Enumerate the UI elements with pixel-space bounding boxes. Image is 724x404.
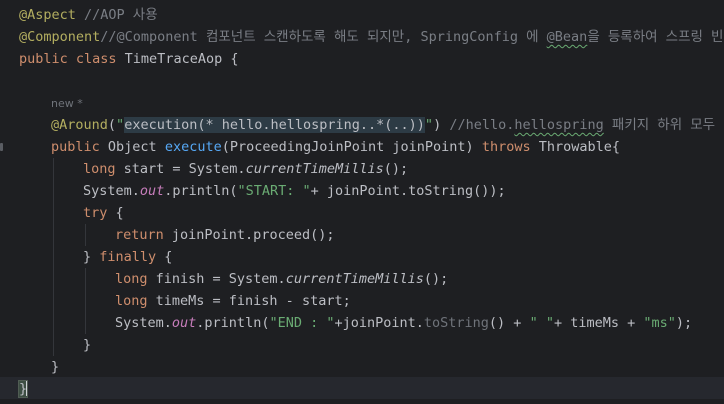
comment-token-underlined: hellospring	[514, 117, 604, 133]
string-token: " "	[529, 315, 554, 331]
code-line-8[interactable]: long start = System.currentTimeMillis();	[83, 158, 408, 180]
keyword-token: return	[115, 227, 164, 243]
code-token: + timeMs +	[553, 315, 644, 331]
indent-guide	[85, 224, 86, 246]
keyword-token: public	[51, 139, 100, 155]
comment-token: //hello.	[441, 117, 515, 133]
code-line-18[interactable]: }	[17, 378, 29, 400]
comment-token: 패키지 하위 모두 적	[603, 117, 724, 133]
code-line-9[interactable]: System.out.println("START: "+ joinPoint.…	[83, 180, 506, 202]
indent-guide	[53, 158, 54, 356]
gutter-marker	[0, 143, 3, 151]
code-token: );	[675, 315, 693, 331]
string-token: "ms"	[643, 315, 676, 331]
author-hint[interactable]: new *	[51, 97, 83, 110]
code-token: System.	[83, 183, 140, 199]
code-token: System.	[115, 315, 172, 331]
string-token: "END : "	[269, 315, 335, 331]
text-caret	[26, 380, 29, 396]
code-token: ();	[423, 271, 449, 287]
keyword-token: try	[83, 205, 108, 221]
code-line-1[interactable]: @Aspect //AOP 사용	[19, 4, 158, 26]
code-token: + joinPoint.toString());	[310, 183, 506, 199]
keyword-token: throws	[481, 139, 531, 155]
method-name-token: execute	[164, 139, 222, 155]
inlay-hint-line[interactable]: new *	[51, 92, 83, 114]
annotation-token: @Aspect	[19, 7, 76, 23]
code-token: .println(	[196, 315, 270, 331]
string-token: "START: "	[237, 183, 311, 199]
code-token: }	[83, 337, 92, 353]
keyword-token: long	[115, 271, 148, 287]
annotation-token: @Around	[51, 117, 108, 133]
code-line-15[interactable]: System.out.println("END : "+joinPoint.to…	[115, 312, 692, 334]
code-token: {	[156, 249, 173, 265]
static-field-token: out	[171, 315, 197, 331]
code-line-11[interactable]: return joinPoint.proceed();	[115, 224, 334, 246]
keyword-token: finally	[99, 249, 157, 265]
code-token: timeMs = finish - start;	[147, 293, 351, 309]
code-line-7[interactable]: public Object execute(ProceedingJoinPoin…	[51, 136, 620, 158]
string-token: "	[116, 117, 125, 133]
code-line-12[interactable]: } finally {	[83, 246, 172, 268]
current-line-highlight	[0, 377, 724, 399]
code-token: {	[107, 205, 124, 221]
code-token: ();	[383, 161, 409, 177]
code-token: }	[83, 249, 100, 265]
code-line-16[interactable]: }	[83, 334, 91, 356]
annotation-token: @Component	[19, 29, 101, 45]
code-token: Throwable{	[530, 139, 620, 155]
comment-token: //AOP 사용	[75, 7, 158, 23]
code-line-10[interactable]: try {	[83, 202, 124, 224]
code-token: .println(	[164, 183, 238, 199]
comment-token: //@Component 컴포넌트 스캔하도록 해도 되지만, SpringCo…	[100, 29, 547, 45]
code-token: }	[51, 359, 60, 375]
code-token: finish = System.	[147, 271, 286, 287]
string-token: "	[424, 117, 434, 133]
code-line-14[interactable]: long timeMs = finish - start;	[115, 290, 351, 312]
code-token: TimeTraceAop {	[116, 51, 239, 67]
keyword-token: public class	[19, 51, 117, 67]
pointcut-expression-highlight: execution(* hello.hellospring..*(..))	[124, 117, 425, 133]
code-token: (	[107, 117, 117, 133]
keyword-token: long	[115, 293, 148, 309]
code-line-17[interactable]: }	[51, 356, 59, 378]
code-token: )	[433, 117, 442, 133]
static-method-token: currentTimeMillis	[245, 161, 384, 177]
keyword-token: long	[83, 161, 116, 177]
code-token: () +	[488, 315, 530, 331]
code-token: (ProceedingJoinPoint joinPoint)	[221, 139, 482, 155]
indent-guide	[85, 268, 86, 334]
code-token: +joinPoint.	[334, 315, 424, 331]
static-method-token: currentTimeMillis	[285, 271, 424, 287]
code-editor[interactable]: @Aspect //AOP 사용 @Component//@Component …	[0, 0, 724, 404]
code-line-2[interactable]: @Component//@Component 컴포넌트 스캔하도록 해도 되지만…	[19, 26, 723, 48]
code-token: start = System.	[115, 161, 246, 177]
redundant-call-token: toString	[423, 315, 489, 331]
code-token: joinPoint.proceed();	[163, 227, 335, 243]
code-line-6[interactable]: @Around("execution(* hello.hellospring..…	[51, 114, 724, 136]
static-field-token: out	[139, 183, 165, 199]
code-line-3[interactable]: public class TimeTraceAop {	[19, 48, 238, 70]
comment-token: 을 등록하여 스프링 빈	[587, 29, 724, 45]
code-line-13[interactable]: long finish = System.currentTimeMillis()…	[115, 268, 448, 290]
comment-token-underlined: @Bean	[546, 29, 588, 45]
code-token: Object	[99, 139, 165, 155]
